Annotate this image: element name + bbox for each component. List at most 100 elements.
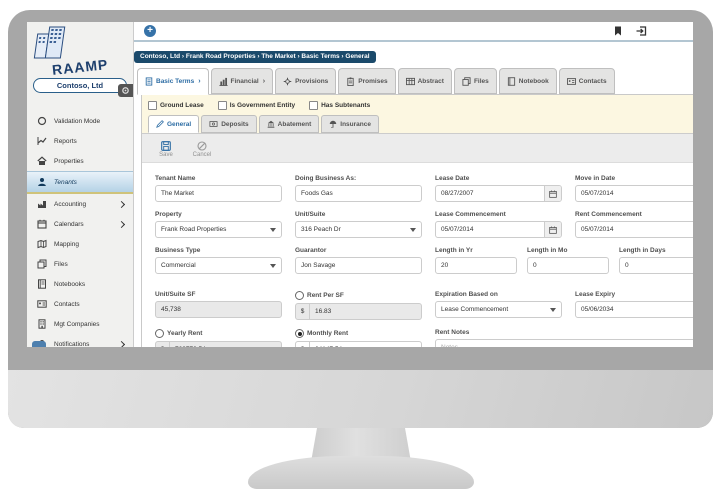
- sidebar: RAAMP Contoso, Ltd Validation Mode Repor…: [27, 22, 134, 347]
- property-select[interactable]: Frank Road Properties: [155, 221, 282, 238]
- sidebar-item-label: Contacts: [54, 300, 80, 308]
- checkbox-has-subtenants[interactable]: Has Subtenants: [309, 100, 370, 110]
- field-label: Tenant Name: [155, 175, 196, 182]
- length-yr-input[interactable]: [436, 258, 516, 273]
- sidebar-item-tenants[interactable]: Tenants: [27, 171, 133, 194]
- building-icon: [36, 319, 47, 329]
- move-in-date-input[interactable]: [576, 186, 693, 201]
- field-label: Lease Date: [435, 175, 470, 182]
- tab-label: Abstract: [417, 77, 444, 85]
- property-field: Property Frank Road Properties: [155, 211, 282, 238]
- copy-files-icon: [36, 259, 47, 269]
- subtab-general[interactable]: General: [148, 115, 200, 133]
- calendar-icon: [36, 219, 47, 229]
- monthly-rent-radio[interactable]: [295, 329, 304, 338]
- monthly-rent-radio-row: Monthly Rent: [295, 329, 422, 338]
- lease-expiry-field: Lease Expiry: [575, 291, 693, 320]
- unit-suite-sf-input[interactable]: [156, 302, 281, 317]
- rent-notes-block: Rent Notes Prepaid Rent: [435, 329, 693, 347]
- field-label: Lease Expiry: [575, 291, 616, 298]
- rent-commencement-input[interactable]: [576, 222, 693, 237]
- length-days-input[interactable]: [620, 258, 693, 273]
- subtab-label: Abatement: [277, 120, 312, 128]
- expiration-based-on-select[interactable]: Lease Commencement: [435, 301, 562, 318]
- tab-notebook[interactable]: Notebook: [498, 68, 557, 94]
- rent-notes-textarea[interactable]: [435, 339, 693, 347]
- yearly-rent-field: Yearly Rent $: [155, 329, 282, 347]
- sidebar-item-validation-mode[interactable]: Validation Mode: [27, 111, 133, 131]
- currency-prefix: $: [296, 342, 310, 347]
- sidebar-settings-button[interactable]: [118, 84, 133, 97]
- length-yr-field: Length in Yr: [435, 247, 517, 274]
- tab-label: Promises: [358, 77, 388, 85]
- umbrella-icon: [330, 120, 337, 128]
- circle-icon: [36, 116, 47, 126]
- selected-value: Commercial: [161, 262, 196, 269]
- tab-label: Financial: [230, 77, 259, 85]
- add-button[interactable]: +: [144, 25, 156, 37]
- document-icon: [145, 77, 153, 86]
- rent-per-sf-radio[interactable]: [295, 291, 304, 300]
- checkbox-box: [217, 100, 227, 110]
- sidebar-item-properties[interactable]: Properties: [27, 151, 133, 171]
- subtab-label: Deposits: [221, 120, 249, 128]
- subtab-label: General: [167, 120, 192, 128]
- cash-icon: [209, 121, 218, 127]
- sidebar-item-mapping[interactable]: Mapping: [27, 234, 133, 254]
- selected-value: Lease Commencement: [441, 306, 509, 313]
- tab-arrow: ›: [262, 77, 266, 85]
- tab-provisions[interactable]: Provisions: [275, 68, 337, 94]
- unit-suite-select[interactable]: 316 Peach Dr: [295, 221, 422, 238]
- bookmark-icon[interactable]: [614, 26, 622, 36]
- tab-financial[interactable]: Financial ›: [210, 68, 274, 94]
- monitor-stand-base: [248, 456, 474, 489]
- business-type-select[interactable]: Commercial: [155, 257, 282, 274]
- tab-basic-terms[interactable]: Basic Terms ›: [137, 68, 209, 95]
- rent-per-sf-input[interactable]: [310, 304, 421, 319]
- sidebar-item-reports[interactable]: Reports: [27, 131, 133, 151]
- currency-prefix: $: [156, 342, 170, 347]
- sidebar-item-partial[interactable]: [32, 341, 46, 347]
- field-label: Lease Commencement: [435, 211, 506, 218]
- sidebar-item-label: Calendars: [54, 220, 84, 228]
- monthly-rent-field: Monthly Rent $: [295, 329, 422, 347]
- yearly-rent-radio[interactable]: [155, 329, 164, 338]
- sidebar-item-contacts[interactable]: Contacts: [27, 294, 133, 314]
- lease-commencement-input[interactable]: [436, 222, 544, 237]
- subtab-deposits[interactable]: Deposits: [201, 115, 257, 133]
- brand-name: RAAMP: [51, 56, 109, 78]
- sidebar-item-notebooks[interactable]: Notebooks: [27, 274, 133, 294]
- sidebar-item-mgt-companies[interactable]: Mgt Companies: [27, 314, 133, 334]
- subtab-insurance[interactable]: Insurance: [321, 115, 379, 133]
- logout-icon[interactable]: [636, 26, 647, 36]
- tab-promises[interactable]: Promises: [338, 68, 396, 94]
- lease-length-group: Length in Yr Length in Mo Length in Days: [435, 247, 693, 283]
- calendar-icon[interactable]: [544, 222, 561, 237]
- monthly-rent-input[interactable]: [310, 342, 421, 347]
- tenant-name-input[interactable]: [156, 186, 281, 201]
- floppy-disk-icon: [161, 140, 171, 151]
- sidebar-item-calendars[interactable]: Calendars: [27, 214, 133, 234]
- checkbox-is-government-entity[interactable]: Is Government Entity: [217, 100, 295, 110]
- sidebar-item-accounting[interactable]: Accounting: [27, 194, 133, 214]
- monitor-chin: [8, 370, 713, 428]
- lease-date-input[interactable]: [436, 186, 544, 201]
- calendar-icon[interactable]: [544, 186, 561, 201]
- tab-contacts[interactable]: Contacts: [558, 68, 615, 94]
- dba-input[interactable]: [296, 186, 421, 201]
- lease-expiry-input[interactable]: [576, 302, 693, 317]
- length-mo-input[interactable]: [528, 258, 608, 273]
- field-label: Rent Notes: [435, 329, 470, 336]
- save-button[interactable]: Save: [150, 136, 182, 162]
- yearly-rent-input[interactable]: [170, 342, 281, 347]
- sidebar-item-files[interactable]: Files: [27, 254, 133, 274]
- cancel-button[interactable]: Cancel: [186, 136, 218, 162]
- tab-abstract[interactable]: Abstract: [397, 68, 452, 94]
- briefcase-icon: [36, 199, 47, 209]
- subtab-abatement[interactable]: Abatement: [258, 115, 320, 133]
- guarantor-input[interactable]: [296, 258, 421, 273]
- tab-files[interactable]: Files: [453, 68, 497, 94]
- home-icon: [36, 156, 47, 166]
- sidebar-item-label: Mapping: [54, 240, 79, 248]
- checkbox-ground-lease[interactable]: Ground Lease: [148, 100, 204, 110]
